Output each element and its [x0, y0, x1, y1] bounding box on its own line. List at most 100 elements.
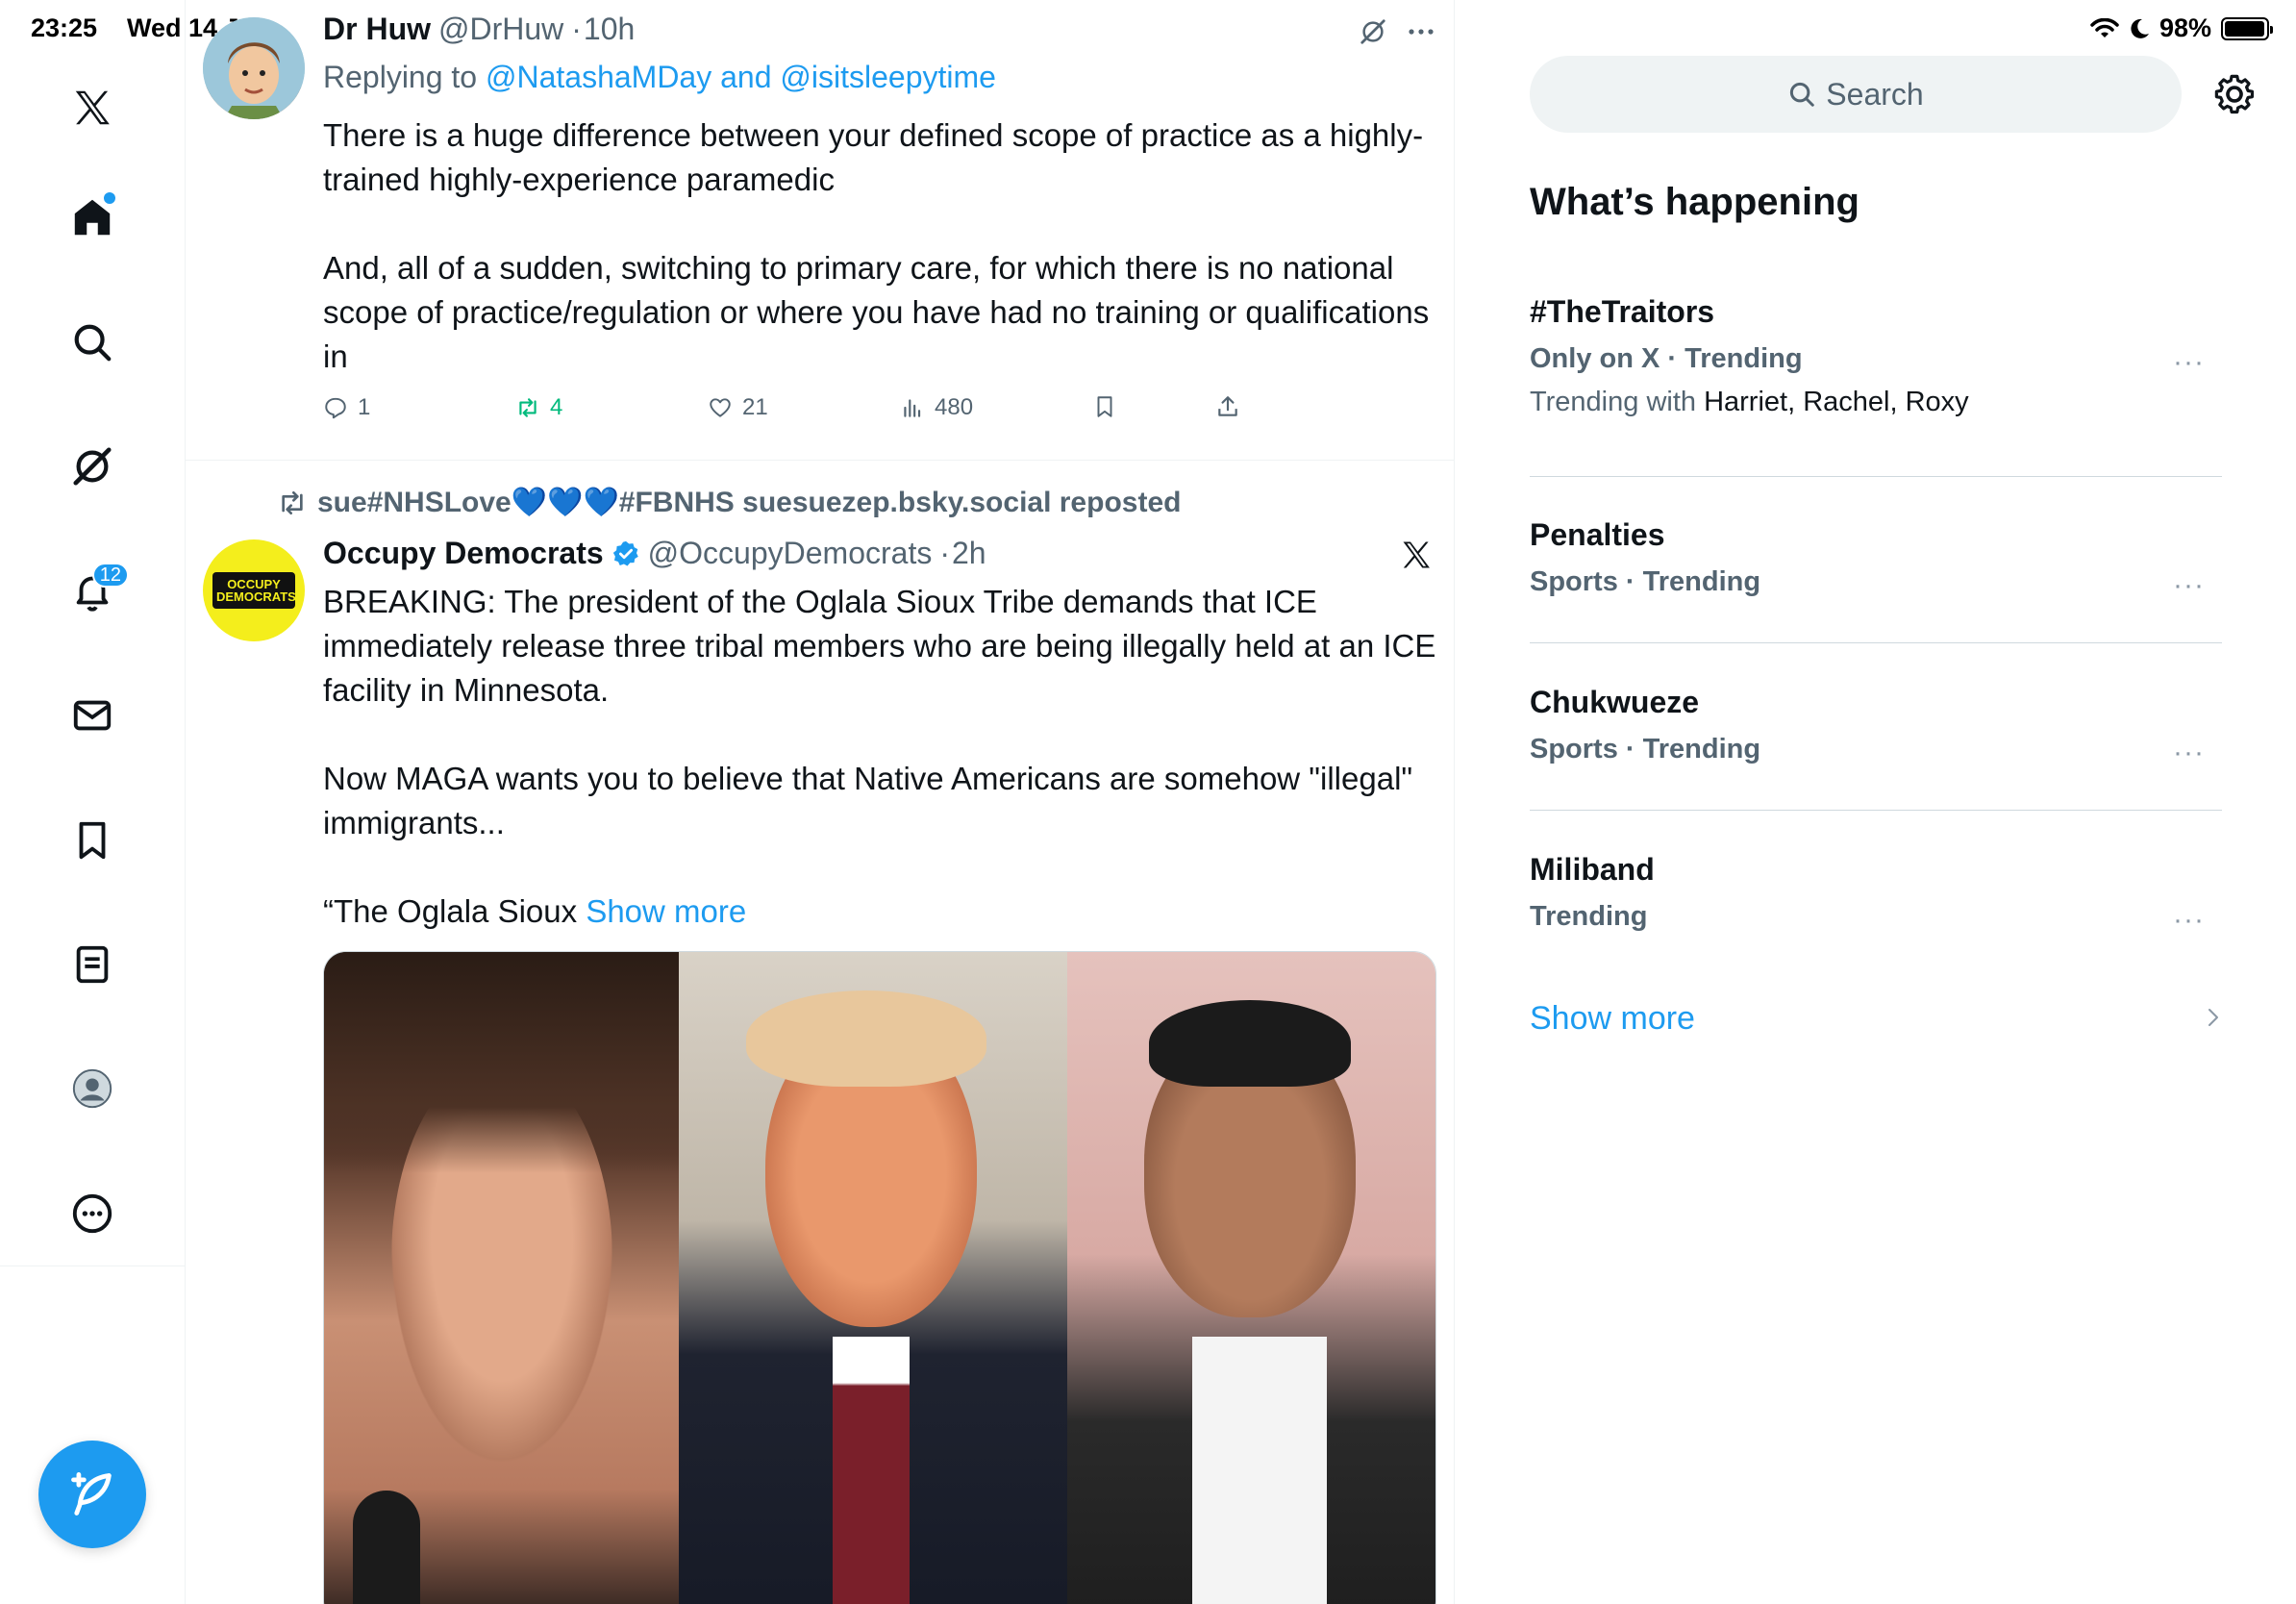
avatar-logo-text: OCCUPY DEMOCRATS: [212, 572, 296, 609]
trend-name[interactable]: Chukwueze: [1530, 685, 2222, 720]
grok-icon[interactable]: [1359, 17, 1387, 46]
profile-icon: [72, 1068, 112, 1109]
notifications-badge: 12: [91, 563, 129, 588]
moon-icon: [2131, 18, 2149, 38]
compose-feather-icon: [71, 1472, 112, 1516]
author-name[interactable]: Occupy Democrats: [323, 536, 604, 571]
nav-notifications[interactable]: 12: [62, 561, 129, 622]
nav-grok[interactable]: [62, 436, 123, 497]
repost-count: 4: [550, 394, 563, 420]
timeline: Dr Huw @DrHuw · 10h Replying to @Natasha…: [186, 0, 1455, 1604]
author-handle[interactable]: @DrHuw: [438, 12, 563, 47]
trend-item[interactable]: Miliband Trending ···: [1530, 852, 2222, 936]
reposted-by[interactable]: sue#NHSLove💙💙💙#FBNHS suesuezep.bsky.soci…: [317, 486, 1181, 519]
trend-item[interactable]: #TheTraitors Only on X · Trending Trendi…: [1530, 294, 2222, 418]
avatar[interactable]: [203, 17, 305, 119]
more-options-icon[interactable]: [1405, 19, 1437, 44]
reply-button[interactable]: 1: [323, 394, 370, 421]
tweet-actions: 1 4 21 480: [323, 394, 1438, 433]
avatar[interactable]: OCCUPY DEMOCRATS: [203, 539, 305, 641]
views-button[interactable]: 480: [900, 394, 973, 421]
views-count: 480: [935, 394, 974, 420]
more-options-icon[interactable]: ···: [2173, 346, 2205, 379]
like-button[interactable]: 21: [708, 394, 768, 421]
media-photo[interactable]: [324, 952, 680, 1604]
reply-count: 1: [358, 394, 371, 420]
list-icon: [76, 945, 109, 984]
grok-icon: [73, 447, 112, 486]
tweet-paragraph: And, all of a sudden, switching to prima…: [323, 250, 1430, 374]
nav-explore[interactable]: [62, 312, 123, 373]
search-placeholder: Search: [1826, 76, 1924, 112]
trend-meta: Sports · Trending: [1530, 734, 1761, 764]
x-logo-icon[interactable]: [1399, 538, 1434, 572]
nav-more[interactable]: [62, 1183, 123, 1244]
nav-home[interactable]: [62, 187, 123, 248]
media-photo[interactable]: [1066, 952, 1435, 1604]
repost-context: sue#NHSLove💙💙💙#FBNHS suesuezep.bsky.soci…: [277, 486, 1181, 519]
trend-name[interactable]: Penalties: [1530, 517, 2222, 553]
cartoon-face-icon: [203, 17, 305, 119]
nav-profile[interactable]: [62, 1058, 123, 1119]
tweet-paragraph-truncated: “The Oglala Sioux Show more: [323, 890, 1438, 934]
tweet-time[interactable]: 2h: [952, 536, 986, 571]
trend-name[interactable]: #TheTraitors: [1530, 294, 2222, 330]
bookmark-icon: [79, 821, 106, 860]
gear-icon[interactable]: [2213, 73, 2256, 115]
author-handle[interactable]: @OccupyDemocrats: [648, 536, 933, 571]
verified-badge-icon: [612, 540, 638, 565]
share-icon: [1218, 396, 1237, 416]
more-circle-icon: [72, 1193, 112, 1234]
views-chart-icon: [904, 399, 921, 417]
trend-divider: [1530, 642, 2222, 643]
trend-name[interactable]: Miliband: [1530, 852, 2222, 888]
search-icon: [74, 324, 112, 362]
tweet-time[interactable]: 10h: [584, 12, 635, 47]
repost-icon: [519, 398, 537, 417]
trend-meta: Only on X · Trending: [1530, 343, 1803, 374]
tweet-paragraph: Now MAGA wants you to believe that Nativ…: [323, 761, 1413, 840]
compose-button[interactable]: [38, 1441, 146, 1548]
tweet-paragraph-start: “The Oglala Sioux: [323, 893, 578, 929]
trend-divider: [1530, 810, 2222, 811]
bookmark-icon: [1097, 396, 1112, 417]
more-options-icon[interactable]: ···: [2173, 904, 2205, 937]
x-logo-icon[interactable]: [62, 77, 123, 138]
trend-with: Trending with Harriet, Rachel, Roxy: [1530, 387, 2222, 418]
show-more-link[interactable]: Show more: [586, 893, 746, 929]
tweet-text: BREAKING: The president of the Oglala Si…: [323, 580, 1438, 934]
share-button[interactable]: [1215, 394, 1240, 419]
replying-to-links[interactable]: @NatashaMDay and @isitsleepytime: [486, 60, 996, 94]
search-input[interactable]: Search: [1530, 56, 2182, 133]
nav-messages[interactable]: [62, 685, 123, 746]
side-nav: 12: [0, 0, 186, 1604]
trend-with-prefix: Trending with: [1530, 387, 1697, 417]
repost-icon: [282, 490, 303, 514]
trend-with-names: Harriet, Rachel, Roxy: [1704, 387, 1969, 417]
tweet-media[interactable]: [323, 951, 1436, 1604]
like-count: 21: [742, 394, 768, 420]
author-name[interactable]: Dr Huw: [323, 12, 431, 47]
trend-item[interactable]: Penalties Sports · Trending ···: [1530, 517, 2222, 601]
dot-separator: ·: [939, 536, 950, 570]
battery-icon: [2221, 16, 2273, 40]
more-options-icon[interactable]: ···: [2173, 569, 2205, 602]
nav-lists[interactable]: [62, 934, 123, 995]
mail-icon: [73, 700, 112, 731]
tweet-text: There is a huge difference between your …: [323, 113, 1438, 379]
dot-separator: ·: [571, 12, 582, 46]
more-options-icon[interactable]: ···: [2173, 737, 2205, 769]
bookmark-button[interactable]: [1092, 394, 1117, 419]
status-icons: 98%: [2090, 13, 2273, 43]
reply-icon: [325, 397, 346, 419]
chevron-right-icon[interactable]: [2202, 1006, 2225, 1029]
trend-item[interactable]: Chukwueze Sports · Trending ···: [1530, 685, 2222, 768]
media-photo[interactable]: [679, 952, 1067, 1604]
repost-button[interactable]: 4: [515, 394, 562, 421]
nav-bookmarks[interactable]: [62, 810, 123, 871]
tweet-paragraph: BREAKING: The president of the Oglala Si…: [323, 584, 1436, 708]
search-icon: [1790, 82, 1815, 107]
show-more-link[interactable]: Show more: [1530, 1000, 1695, 1038]
battery-percent: 98%: [2159, 13, 2211, 42]
replying-to: Replying to @NatashaMDay and @isitsleepy…: [323, 60, 996, 95]
